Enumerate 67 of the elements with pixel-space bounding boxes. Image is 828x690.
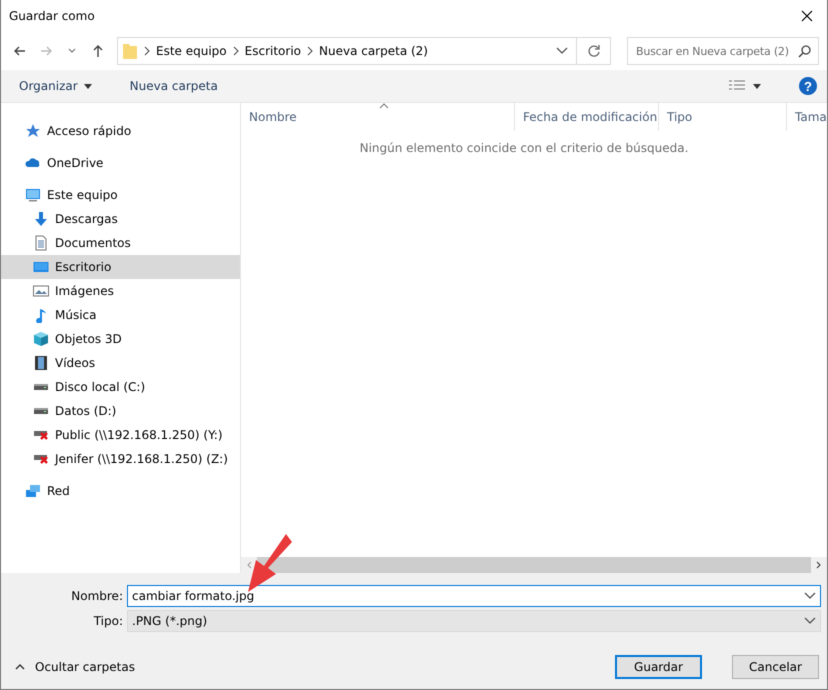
folder-icon <box>122 42 138 60</box>
sidebar-item[interactable]: Imágenes <box>1 279 240 303</box>
sidebar-item[interactable]: Vídeos <box>1 351 240 375</box>
sidebar-item[interactable]: Objetos 3D <box>1 327 240 351</box>
caret-down-icon <box>84 84 92 88</box>
file-name-field[interactable]: cambiar formato.jpg <box>127 585 821 607</box>
column-header[interactable]: Tama <box>787 103 827 131</box>
star-icon <box>25 123 41 139</box>
chevron-right-icon <box>307 46 313 56</box>
hide-folders-button[interactable]: Ocultar carpetas <box>7 660 143 674</box>
field-label: Tipo: <box>92 614 124 628</box>
network-icon <box>25 483 41 499</box>
image-icon <box>33 283 49 299</box>
cube-icon <box>33 331 49 347</box>
refresh-icon <box>586 44 600 58</box>
search-field[interactable]: Buscar en Nueva carpeta (2) <box>627 37 819 65</box>
breadcrumb[interactable]: Escritorio <box>244 44 301 58</box>
sidebar-item[interactable]: Disco local (C:) <box>1 375 240 399</box>
sidebar-item[interactable]: Descargas <box>1 207 240 231</box>
address-bar[interactable]: Este equipo Escritorio Nueva carpeta (2) <box>117 37 611 65</box>
sidebar-item[interactable]: Escritorio <box>1 255 240 279</box>
sidebar-item[interactable]: Jenifer (\\192.168.1.250) (Z:) <box>1 447 240 471</box>
breadcrumb[interactable]: Nueva carpeta (2) <box>319 44 428 58</box>
cancel-button[interactable]: Cancelar <box>732 655 819 679</box>
drive-icon <box>34 408 48 414</box>
chevron-down-icon <box>556 47 568 55</box>
save-button[interactable]: Guardar <box>615 655 702 679</box>
desktop-icon <box>33 259 49 275</box>
empty-message: Ningún elemento coincide con el criterio de búsqueda. <box>358 141 690 155</box>
sidebar-item[interactable]: Documentos <box>1 231 240 255</box>
caret-down-icon <box>753 84 761 88</box>
document-icon <box>33 235 49 251</box>
scrollbar-thumb[interactable] <box>257 557 811 573</box>
sidebar-item[interactable]: Este equipo <box>1 183 240 207</box>
close-icon <box>801 10 813 22</box>
film-icon <box>33 355 49 371</box>
chevron-down-icon <box>804 592 816 600</box>
organize-menu-button[interactable]: Organizar <box>11 77 100 95</box>
sort-caret-icon <box>379 103 389 109</box>
breadcrumb[interactable]: Este equipo <box>156 44 227 58</box>
chevron-right-icon <box>232 46 239 56</box>
download-icon <box>33 211 49 227</box>
column-header[interactable]: Fecha de modificación <box>515 103 659 131</box>
disconnected-drive-icon <box>33 454 49 464</box>
field-label: Nombre: <box>70 589 124 603</box>
help-button[interactable]: ? <box>799 77 817 95</box>
file-type-dropdown[interactable]: .PNG (*.png) <box>127 610 821 632</box>
sidebar-item[interactable]: OneDrive <box>1 151 240 175</box>
sidebar-item[interactable]: Red <box>1 479 240 503</box>
sidebar-item[interactable]: Public (\\192.168.1.250) (Y:) <box>1 423 240 447</box>
new-folder-button[interactable]: Nueva carpeta <box>122 77 226 95</box>
column-header[interactable]: Nombre <box>241 103 515 131</box>
disconnected-drive-icon <box>33 430 49 440</box>
details-view-icon <box>729 80 745 92</box>
sidebar-item[interactable]: Música <box>1 303 240 327</box>
scroll-right-icon <box>816 561 822 569</box>
sidebar-item[interactable]: Datos (D:) <box>1 399 240 423</box>
sidebar-item[interactable]: Acceso rápido <box>1 119 240 143</box>
window-title: Guardar como <box>9 9 95 23</box>
chevron-up-icon <box>15 664 25 670</box>
chevron-down-icon <box>804 617 816 625</box>
chevron-right-icon <box>144 46 150 56</box>
search-icon <box>798 44 812 58</box>
monitor-icon <box>25 187 41 203</box>
scroll-left-icon <box>246 561 252 569</box>
column-header[interactable]: Tipo <box>659 103 787 131</box>
drive-icon <box>34 384 48 390</box>
